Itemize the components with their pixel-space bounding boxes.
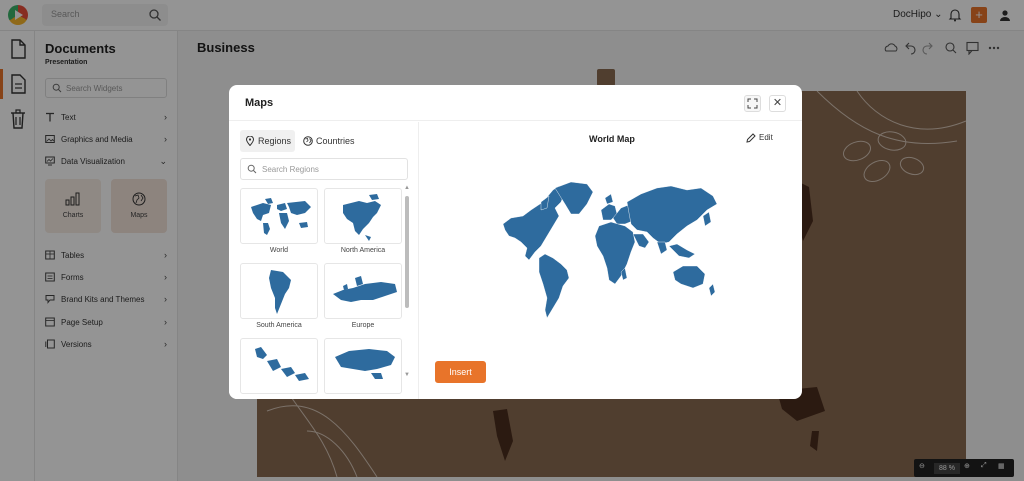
tab-countries[interactable]: Countries <box>300 130 362 152</box>
south-america-map-thumbnail <box>269 270 291 314</box>
region-map-thumbnail <box>335 349 395 379</box>
close-icon: ✕ <box>772 97 783 109</box>
region-card-north-america[interactable] <box>324 188 402 244</box>
tab-regions[interactable]: Regions <box>240 130 295 152</box>
region-card-label: World <box>269 247 289 254</box>
region-search-placeholder: Search Regions <box>262 165 319 174</box>
scroll-down-icon[interactable]: ▼ <box>404 372 410 378</box>
region-card[interactable] <box>240 338 318 394</box>
regions-list-panel: Regions Countries Search Regions World N… <box>229 122 419 399</box>
search-icon <box>247 164 257 174</box>
close-button[interactable]: ✕ <box>769 95 786 112</box>
tab-label: Regions <box>258 136 292 146</box>
pin-icon <box>246 136 254 146</box>
region-card-world[interactable] <box>240 188 318 244</box>
region-search-input[interactable]: Search Regions <box>240 158 408 180</box>
expand-button[interactable] <box>744 95 761 112</box>
region-card-europe[interactable] <box>324 263 402 319</box>
tab-label: Countries <box>316 136 355 146</box>
north-america-map-thumbnail <box>343 194 381 241</box>
dialog-header: Maps ✕ <box>229 85 802 121</box>
world-map-preview[interactable] <box>501 180 721 325</box>
globe-icon <box>303 136 313 146</box>
region-card-label: North America <box>340 247 386 254</box>
edit-label: Edit <box>759 133 773 142</box>
dialog-title: Maps <box>245 97 274 109</box>
pencil-icon <box>746 133 756 143</box>
insert-button[interactable]: Insert <box>435 361 486 383</box>
preview-title: World Map <box>589 134 635 144</box>
europe-map-thumbnail <box>333 276 397 302</box>
region-card-south-america[interactable] <box>240 263 318 319</box>
edit-map-button[interactable]: Edit <box>746 133 773 143</box>
maps-dialog: Maps ✕ Regions Countries Search Regions <box>229 85 802 399</box>
scroll-up-icon[interactable]: ▲ <box>404 185 410 191</box>
region-card[interactable] <box>324 338 402 394</box>
region-map-thumbnail <box>255 347 309 381</box>
scrollbar-thumb[interactable] <box>405 196 409 308</box>
world-map-thumbnail <box>251 198 311 235</box>
region-card-label: South America <box>256 322 302 329</box>
expand-icon <box>747 98 758 109</box>
region-card-label: Europe <box>351 322 375 329</box>
